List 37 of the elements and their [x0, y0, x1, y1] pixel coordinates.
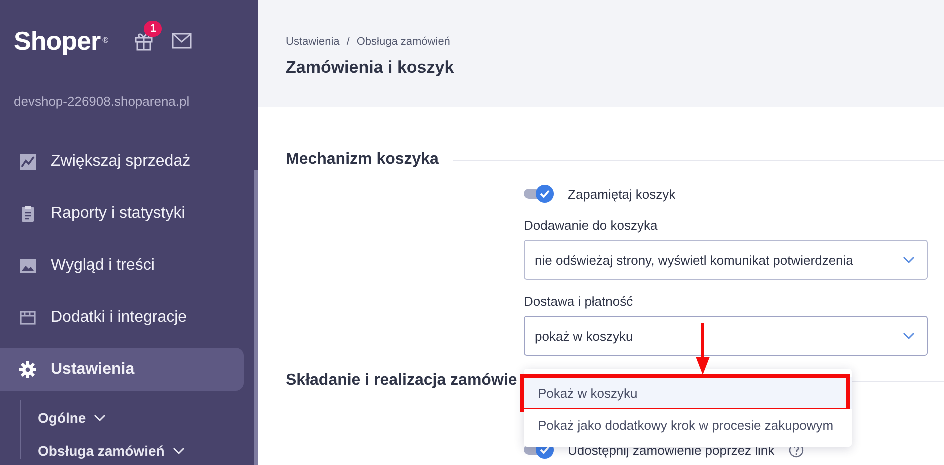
toggle-switch[interactable]: [524, 184, 554, 204]
breadcrumb-separator: /: [346, 36, 350, 48]
settings-icon: [19, 360, 37, 378]
annotation-arrow: [696, 323, 710, 375]
clipboard-icon: [19, 204, 37, 222]
chevron-down-icon: [903, 256, 915, 264]
breadcrumb-link[interactable]: Ustawienia: [286, 36, 340, 48]
field-label: Dodawanie do koszyka: [524, 218, 659, 233]
select-field[interactable]: nie odświeżaj strony, wyświetl komunikat potwierdzenia: [524, 240, 928, 280]
mail-icon[interactable]: [172, 33, 192, 49]
chevron-down-icon: [903, 332, 915, 340]
image-icon: [19, 256, 37, 274]
section-title: Mechanizm koszyka: [286, 151, 439, 169]
nav-item[interactable]: Ustawienia: [0, 348, 244, 391]
nav-item[interactable]: Wygląd i treści: [0, 244, 244, 287]
field-label: Dostawa i płatność: [524, 294, 634, 309]
notification-badge: 1: [144, 21, 162, 37]
window-icon: [19, 308, 37, 326]
nav-item[interactable]: Zwiększaj sprzedaż: [0, 140, 244, 183]
section-title: Składanie i realizacja zamówie: [286, 372, 518, 390]
chart-icon: [19, 152, 37, 170]
nav-item[interactable]: Dodatki i integracje: [0, 296, 244, 339]
breadcrumb-link[interactable]: Obsługa zamówień: [356, 36, 450, 48]
chevron-down-icon: [172, 447, 185, 455]
subnav-item[interactable]: Obsługa zamówień: [38, 443, 258, 459]
subnav-item[interactable]: Ogólne: [38, 410, 258, 426]
nav-item[interactable]: Raporty i statystyki: [0, 192, 244, 235]
chevron-down-icon: [94, 414, 106, 422]
check-icon: [540, 190, 550, 198]
select-field[interactable]: pokaż w koszyku: [524, 316, 928, 356]
page-title: Zamówienia i koszyk: [286, 58, 456, 78]
gift-icon[interactable]: [134, 31, 154, 51]
toggle-label: Zapamiętaj koszyk: [568, 186, 676, 202]
registered-mark: ®: [102, 36, 108, 45]
logo: Shoper: [14, 26, 101, 56]
dropdown-option[interactable]: Pokaż jako dodatkowy krok w procesie zakupowym: [524, 409, 852, 441]
shop-domain: devshop-226908.shoparena.pl: [13, 93, 191, 111]
